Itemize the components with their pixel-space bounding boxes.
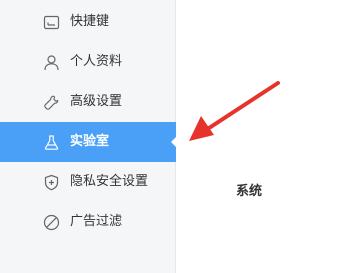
wrench-icon: [44, 95, 59, 110]
sidebar-item-lab[interactable]: 实验室: [0, 122, 177, 162]
sidebar-item-label: 高级设置: [70, 94, 123, 109]
sidebar-item-adblock[interactable]: 广告过滤: [0, 202, 176, 242]
sidebar-item-profile[interactable]: 个人资料: [0, 42, 176, 82]
section-label-system: 系统: [236, 184, 263, 199]
sidebar-item-label: 个人资料: [70, 54, 123, 69]
keyboard-icon: [43, 15, 60, 30]
settings-window: 快捷键 个人资料 高级设置 实验室 隐私安全设置 广告过滤 系统: [0, 0, 348, 273]
flask-icon: [44, 135, 59, 150]
sidebar-item-label: 快捷键: [70, 14, 110, 29]
sidebar-item-label: 广告过滤: [70, 214, 123, 229]
sidebar-item-shortcuts[interactable]: 快捷键: [0, 2, 176, 42]
shield-plus-icon: [44, 174, 59, 191]
block-icon: [43, 214, 60, 231]
user-icon: [44, 55, 59, 71]
sidebar-item-privacy[interactable]: 隐私安全设置: [0, 162, 176, 202]
settings-sidebar: 快捷键 个人资料 高级设置 实验室 隐私安全设置 广告过滤: [0, 0, 177, 273]
sidebar-item-label: 隐私安全设置: [70, 174, 149, 189]
active-caret: [171, 136, 177, 148]
sidebar-item-label: 实验室: [70, 134, 110, 149]
sidebar-item-advanced[interactable]: 高级设置: [0, 82, 176, 122]
